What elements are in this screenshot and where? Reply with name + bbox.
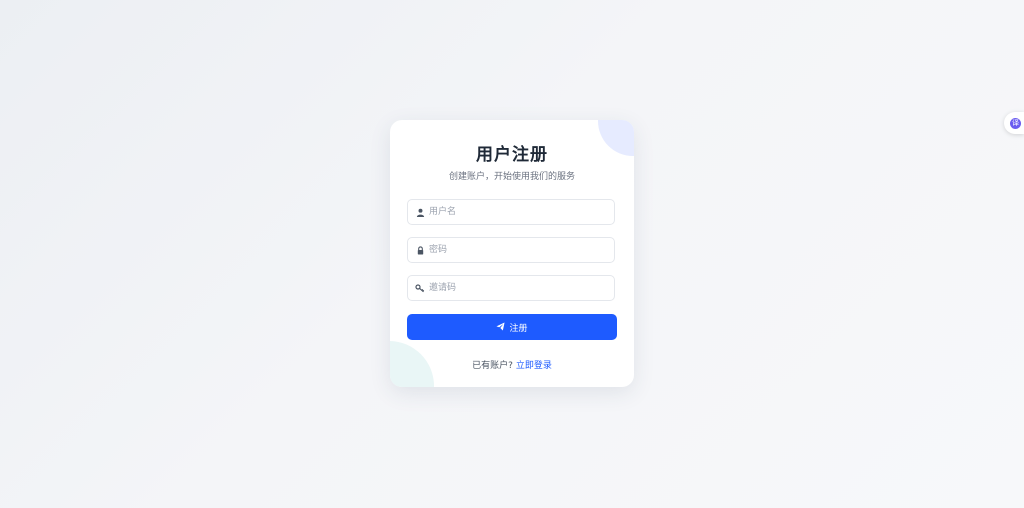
translate-widget[interactable]: 译 (1004, 112, 1024, 134)
invite-code-input[interactable] (429, 276, 609, 300)
login-prompt-text: 已有账户? (472, 361, 516, 371)
register-button[interactable]: 注册 (407, 314, 617, 340)
register-card: 用户注册 创建账户，开始使用我们的服务 用户名 邀请码 注册 已有账户? 立即登… (390, 120, 634, 387)
invite-code-field[interactable] (407, 275, 615, 301)
login-link[interactable]: 立即登录 (516, 361, 552, 371)
page-subtitle: 创建账户，开始使用我们的服务 (448, 172, 575, 182)
paper-plane-icon (496, 321, 506, 333)
username-field[interactable] (407, 199, 615, 225)
user-icon (414, 206, 426, 218)
username-input[interactable] (429, 200, 609, 224)
password-input[interactable] (429, 238, 609, 262)
translate-icon: 译 (1010, 117, 1021, 129)
password-field[interactable] (407, 237, 615, 263)
page-title: 用户注册 (476, 145, 548, 165)
login-prompt: 已有账户? 立即登录 (390, 358, 634, 371)
lock-icon (414, 244, 426, 256)
register-button-label: 注册 (509, 322, 528, 333)
key-icon (414, 282, 426, 294)
